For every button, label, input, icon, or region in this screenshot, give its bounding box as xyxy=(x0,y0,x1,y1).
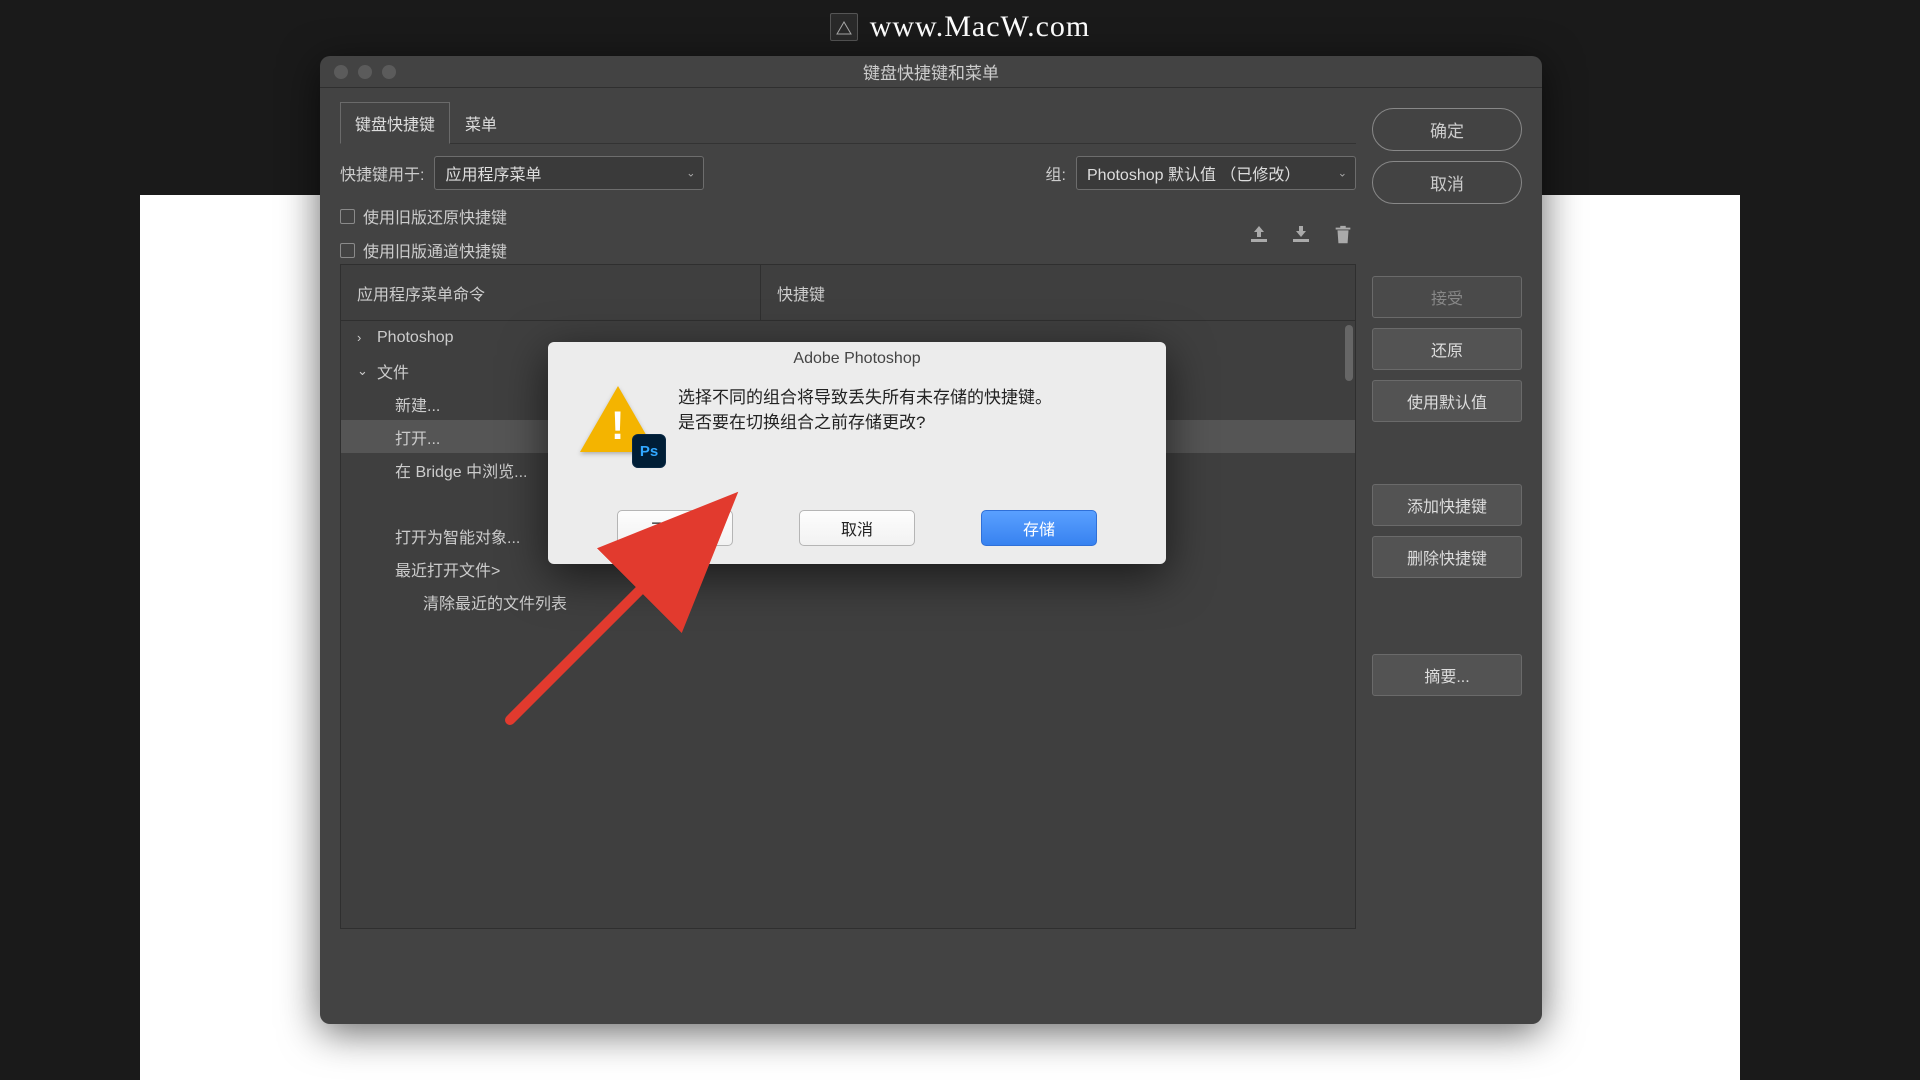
titlebar: 键盘快捷键和菜单 xyxy=(320,56,1542,88)
column-header-shortcut: 快捷键 xyxy=(761,281,1355,305)
tab-keyboard-shortcuts[interactable]: 键盘快捷键 xyxy=(340,102,450,144)
alert-message: 选择不同的组合将导致丢失所有未存储的快捷键。 是否要在切换组合之前存储更改? xyxy=(678,386,1052,466)
accept-button: 接受 xyxy=(1372,276,1522,318)
watermark-text: www.MacW.com xyxy=(870,10,1091,44)
ok-button[interactable]: 确定 xyxy=(1372,108,1522,151)
close-dot[interactable] xyxy=(334,65,348,79)
zoom-dot[interactable] xyxy=(382,65,396,79)
tab-menus[interactable]: 菜单 xyxy=(450,102,512,143)
scrollbar-thumb[interactable] xyxy=(1345,325,1353,381)
column-header-command: 应用程序菜单命令 xyxy=(341,265,761,320)
row-label: 文件 xyxy=(377,359,409,383)
trash-icon[interactable] xyxy=(1330,222,1356,248)
cancel-button[interactable]: 取消 xyxy=(1372,161,1522,204)
window-title: 键盘快捷键和菜单 xyxy=(863,59,999,84)
add-shortcut-button[interactable]: 添加快捷键 xyxy=(1372,484,1522,526)
group-value: Photoshop 默认值 （已修改） xyxy=(1087,167,1300,184)
watermark-bar: www.MacW.com xyxy=(0,0,1920,54)
save-button[interactable]: 存储 xyxy=(981,510,1097,546)
disclosure-caret-icon: ⌄ xyxy=(357,363,373,379)
use-defaults-button[interactable]: 使用默认值 xyxy=(1372,380,1522,422)
row-label: 打开... xyxy=(395,425,440,449)
disclosure-caret-icon: › xyxy=(357,330,373,345)
alert-cancel-button[interactable]: 取消 xyxy=(799,510,915,546)
save-changes-alert: Adobe Photoshop Ps 选择不同的组合将导致丢失所有未存储的快捷键… xyxy=(548,342,1166,564)
delete-shortcut-button[interactable]: 删除快捷键 xyxy=(1372,536,1522,578)
summary-button[interactable]: 摘要... xyxy=(1372,654,1522,696)
alert-title: Adobe Photoshop xyxy=(548,342,1166,372)
tabs: 键盘快捷键 菜单 xyxy=(340,102,1356,144)
row-label: 新建... xyxy=(395,392,440,416)
minimize-dot[interactable] xyxy=(358,65,372,79)
save-set-icon[interactable] xyxy=(1246,222,1272,248)
revert-button[interactable]: 还原 xyxy=(1372,328,1522,370)
row-label: 最近打开文件> xyxy=(395,557,500,581)
row-label: 在 Bridge 中浏览... xyxy=(395,458,527,482)
photoshop-badge-icon: Ps xyxy=(632,434,666,468)
alert-line1: 选择不同的组合将导致丢失所有未存储的快捷键。 xyxy=(678,386,1052,411)
row-label: Photoshop xyxy=(377,329,454,347)
warning-icon: Ps xyxy=(578,386,662,466)
dont-save-button[interactable]: 不存储 xyxy=(617,510,733,546)
chevron-down-icon: ⌄ xyxy=(686,167,695,180)
group-select[interactable]: Photoshop 默认值 （已修改） ⌄ xyxy=(1076,156,1356,190)
group-label: 组: xyxy=(1046,161,1066,185)
shortcuts-for-select[interactable]: 应用程序菜单 ⌄ xyxy=(434,156,704,190)
chevron-down-icon: ⌄ xyxy=(1338,167,1347,180)
new-set-icon[interactable] xyxy=(1288,222,1314,248)
alert-line2: 是否要在切换组合之前存储更改? xyxy=(678,411,1052,436)
row-label: 打开为智能对象... xyxy=(395,524,520,548)
traffic-lights[interactable] xyxy=(334,65,396,79)
shortcuts-for-value: 应用程序菜单 xyxy=(445,167,541,184)
shortcuts-for-label: 快捷键用于: xyxy=(340,161,424,185)
row-label: 清除最近的文件列表 xyxy=(423,590,567,614)
table-row[interactable]: 清除最近的文件列表 xyxy=(341,585,1355,618)
watermark-icon xyxy=(830,13,858,41)
